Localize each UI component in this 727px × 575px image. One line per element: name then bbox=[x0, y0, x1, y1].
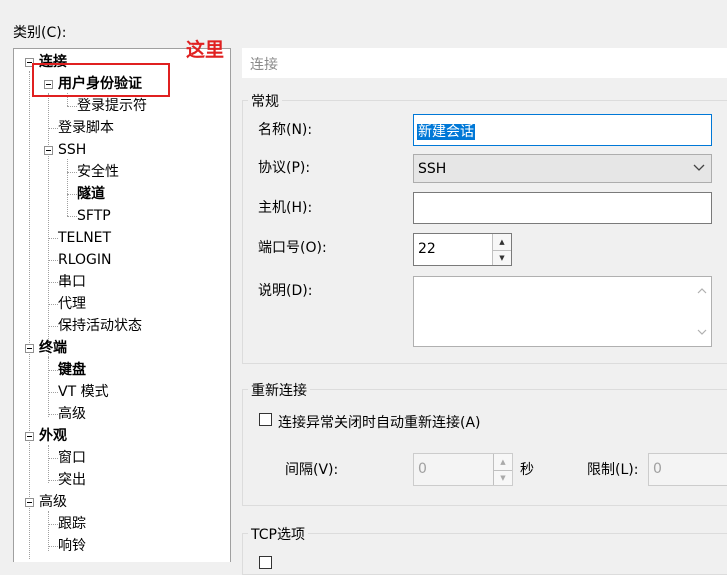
tree-item-terminal-advanced[interactable]: 高级 bbox=[58, 405, 86, 423]
seconds-label: 秒 bbox=[520, 462, 534, 478]
protocol-select-value: SSH bbox=[418, 161, 447, 177]
description-label: 说明(D): bbox=[258, 283, 313, 299]
tree-item-appearance[interactable]: 外观 bbox=[39, 427, 67, 445]
spin-up-icon[interactable]: ▲ bbox=[494, 454, 512, 470]
interval-spinner[interactable]: ▲ ▼ bbox=[493, 454, 512, 485]
port-spinbox[interactable]: 22 ▲ ▼ bbox=[413, 233, 512, 266]
expander-icon[interactable] bbox=[25, 498, 34, 507]
name-field[interactable]: 新建会话 bbox=[413, 114, 712, 146]
spin-down-icon[interactable]: ▼ bbox=[493, 249, 511, 266]
annotation-highlight-box bbox=[32, 63, 170, 97]
name-label: 名称(N): bbox=[258, 122, 313, 138]
tree-item-login-prompts[interactable]: 登录提示符 bbox=[77, 97, 147, 115]
chevron-down-icon bbox=[693, 159, 705, 179]
scroll-down-icon[interactable] bbox=[697, 324, 707, 340]
tcp-option-checkbox[interactable] bbox=[259, 556, 272, 569]
scroll-up-icon[interactable] bbox=[697, 283, 707, 299]
auto-reconnect-checkbox[interactable] bbox=[259, 413, 272, 426]
tree-item-tunnel[interactable]: 隧道 bbox=[77, 185, 105, 203]
protocol-select[interactable]: SSH bbox=[413, 154, 712, 183]
limit-field[interactable]: 0 bbox=[648, 453, 727, 486]
host-field[interactable] bbox=[413, 192, 712, 224]
tree-item-trace[interactable]: 跟踪 bbox=[58, 515, 86, 533]
category-label: 类别(C): bbox=[13, 25, 67, 41]
expander-icon[interactable] bbox=[25, 344, 34, 353]
limit-field-value: 0 bbox=[653, 461, 662, 477]
host-label: 主机(H): bbox=[258, 200, 313, 216]
limit-label: 限制(L): bbox=[587, 462, 639, 478]
name-field-value: 新建会话 bbox=[417, 124, 475, 140]
tree-item-login-scripts[interactable]: 登录脚本 bbox=[58, 119, 114, 137]
tree-item-serial[interactable]: 串口 bbox=[58, 273, 86, 291]
tree-item-rlogin[interactable]: RLOGIN bbox=[58, 251, 112, 269]
tree-item-vt-mode[interactable]: VT 模式 bbox=[58, 383, 109, 401]
tcp-group-title: TCP选项 bbox=[248, 524, 308, 544]
tree-item-sftp[interactable]: SFTP bbox=[77, 207, 111, 225]
reconnect-group bbox=[242, 389, 727, 506]
tree-item-terminal[interactable]: 终端 bbox=[39, 339, 67, 357]
description-field[interactable] bbox=[413, 276, 712, 347]
tree-item-window[interactable]: 窗口 bbox=[58, 449, 86, 467]
expander-icon[interactable] bbox=[25, 432, 34, 441]
tree-item-proxy[interactable]: 代理 bbox=[58, 295, 86, 313]
description-scrollbar[interactable] bbox=[694, 277, 711, 346]
spin-down-icon[interactable]: ▼ bbox=[494, 469, 512, 486]
tree-item-security[interactable]: 安全性 bbox=[77, 163, 119, 181]
panel-title: 连接 bbox=[250, 57, 278, 73]
port-field-value: 22 bbox=[418, 241, 436, 257]
port-label: 端口号(O): bbox=[258, 240, 327, 256]
general-group-title: 常规 bbox=[248, 91, 282, 111]
category-tree[interactable]: 连接 用户身份验证 登录提示符 登录脚本 SSH 安全性 隧道 SFTP TEL… bbox=[13, 48, 231, 562]
tree-item-keepalive[interactable]: 保持活动状态 bbox=[58, 317, 142, 335]
spin-up-icon[interactable]: ▲ bbox=[493, 234, 511, 250]
interval-spinbox[interactable]: 0 ▲ ▼ bbox=[413, 453, 513, 486]
protocol-label: 协议(P): bbox=[258, 160, 311, 176]
tree-item-highlight[interactable]: 突出 bbox=[58, 471, 86, 489]
tree-item-bell[interactable]: 响铃 bbox=[58, 537, 86, 555]
reconnect-group-title: 重新连接 bbox=[248, 380, 310, 400]
panel-title-bar: 连接 bbox=[242, 48, 727, 78]
tree-item-ssh[interactable]: SSH bbox=[58, 141, 86, 159]
port-spinner[interactable]: ▲ ▼ bbox=[492, 234, 511, 265]
tcp-group bbox=[242, 533, 727, 575]
tree-item-keyboard[interactable]: 键盘 bbox=[58, 361, 86, 379]
tree-item-advanced[interactable]: 高级 bbox=[39, 493, 67, 511]
interval-label: 间隔(V): bbox=[285, 462, 339, 478]
auto-reconnect-label[interactable]: 连接异常关闭时自动重新连接(A) bbox=[278, 412, 481, 432]
tree-item-telnet[interactable]: TELNET bbox=[58, 229, 111, 247]
annotation-text: 这里 bbox=[186, 39, 225, 61]
expander-icon[interactable] bbox=[44, 146, 53, 155]
interval-field-value: 0 bbox=[418, 461, 427, 477]
